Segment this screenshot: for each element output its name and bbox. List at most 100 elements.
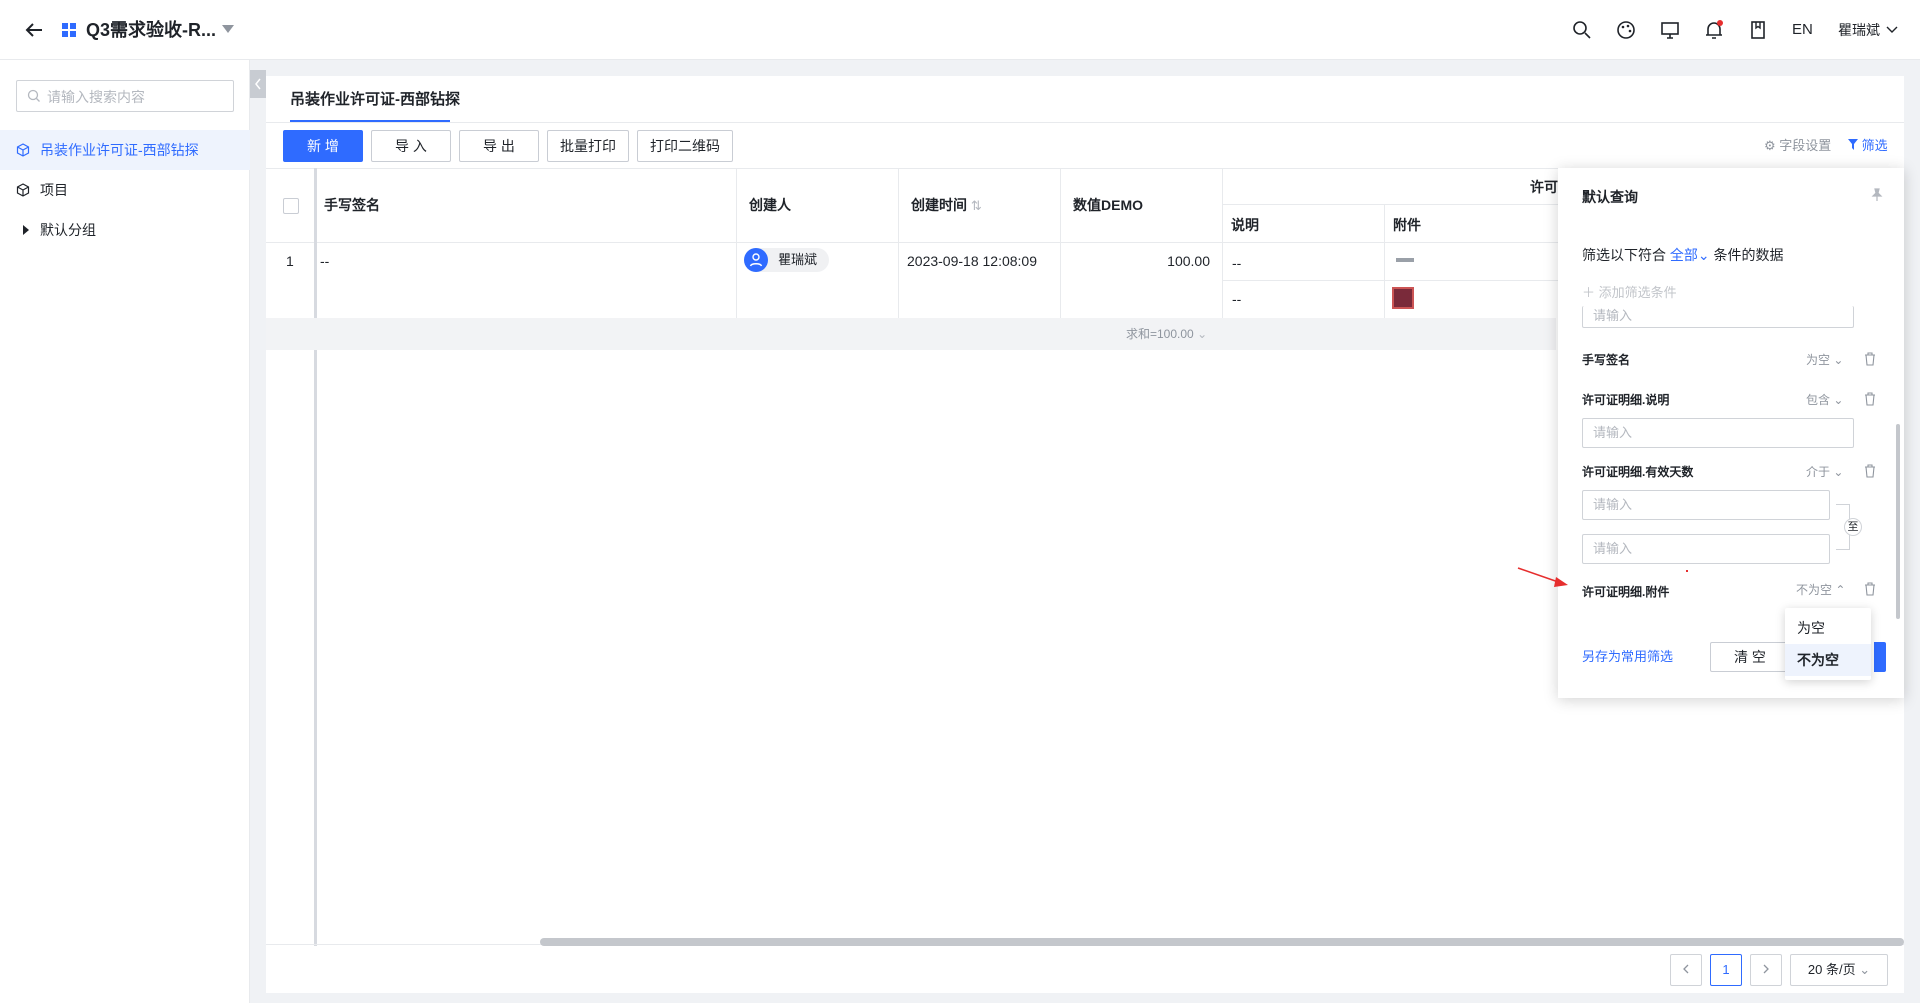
condition-label: 许可证明细.附件 — [1582, 585, 1670, 599]
match-prefix: 筛选以下符合 — [1582, 247, 1666, 263]
sidebar-item-default-group[interactable]: 默认分组 — [0, 210, 250, 250]
page-number[interactable]: 1 — [1710, 954, 1742, 986]
dropdown-option-not-empty[interactable]: 不为空 — [1785, 644, 1871, 676]
search-icon[interactable] — [1570, 18, 1594, 42]
match-rule: 筛选以下符合 全部⌄ 条件的数据 — [1582, 246, 1784, 264]
range-start-input[interactable]: 请输入 — [1582, 490, 1830, 520]
condition-operator-select[interactable]: 介于 ⌄ — [1806, 464, 1843, 480]
cell-signature[interactable]: -- — [320, 252, 329, 270]
input-placeholder: 请输入 — [1593, 308, 1633, 323]
filter-link[interactable]: 筛选 — [1848, 137, 1888, 155]
creator-name: 瞿瑞斌 — [778, 252, 818, 267]
condition-input-partial[interactable]: 请输入 — [1582, 306, 1854, 328]
col-header-signature[interactable]: 手写签名 — [324, 196, 380, 214]
app-switch-caret-icon[interactable] — [222, 24, 234, 34]
condition-operator-select[interactable]: 不为空 ⌃ — [1796, 582, 1845, 598]
match-mode-label: 全部 — [1669, 247, 1698, 263]
match-mode-select[interactable]: 全部⌄ — [1670, 247, 1710, 263]
cell-demo[interactable]: 100.00 — [1060, 252, 1210, 270]
col-header-creator[interactable]: 创建人 — [749, 196, 791, 214]
attachment-thumbnail[interactable] — [1392, 287, 1414, 309]
col-header-demo[interactable]: 数值DEMO — [1073, 196, 1143, 214]
back-arrow-icon[interactable] — [22, 18, 46, 42]
bell-icon[interactable] — [1702, 18, 1726, 42]
chevron-down-icon: ⌄ — [1859, 962, 1871, 977]
chevron-right-icon — [1763, 964, 1769, 974]
trash-icon[interactable] — [1864, 352, 1876, 366]
frozen-column-shadow — [314, 168, 317, 946]
app-grid-icon — [62, 23, 76, 37]
batch-print-button[interactable]: 批量打印 — [547, 130, 629, 162]
confirm-button[interactable] — [1874, 642, 1886, 672]
col-header-label: 创建时间 — [911, 197, 967, 213]
user-menu[interactable]: 瞿瑞斌 — [1838, 20, 1898, 40]
cell-desc[interactable]: -- — [1232, 290, 1241, 308]
plus-icon: ＋ — [1582, 285, 1596, 300]
col-divider — [736, 168, 737, 318]
tab-permit[interactable]: 吊装作业许可证-西部钻探 — [290, 90, 460, 110]
col-divider — [898, 168, 899, 318]
search-icon — [27, 89, 40, 102]
top-bar: Q3需求验收-R... EN 瞿瑞斌 — [0, 0, 1920, 60]
monitor-icon[interactable] — [1658, 18, 1682, 42]
sort-icon[interactable]: ⇅ — [971, 198, 982, 213]
caret-right-icon — [23, 225, 29, 235]
print-qr-button[interactable]: 打印二维码 — [637, 130, 733, 162]
trash-icon[interactable] — [1864, 464, 1876, 478]
add-button[interactable]: 新 增 — [283, 130, 363, 162]
sidebar-item-permit[interactable]: 吊装作业许可证-西部钻探 — [0, 130, 250, 170]
operator-label: 为空 — [1806, 353, 1831, 367]
col-header-attachment[interactable]: 附件 — [1393, 216, 1421, 234]
range-separator: 至 — [1844, 518, 1862, 536]
cell-created-time[interactable]: 2023-09-18 12:08:09 — [907, 252, 1037, 270]
operator-label: 介于 — [1806, 465, 1831, 479]
cell-desc[interactable]: -- — [1232, 254, 1241, 272]
export-button[interactable]: 导 出 — [459, 130, 539, 162]
trash-icon[interactable] — [1864, 392, 1876, 406]
cube-icon — [16, 143, 30, 157]
condition-operator-select[interactable]: 包含 ⌄ — [1806, 392, 1843, 408]
clear-button[interactable]: 清 空 — [1710, 642, 1790, 672]
sum-dropdown[interactable]: 求和=100.00 ⌄ — [1126, 326, 1207, 342]
app-title[interactable]: Q3需求验收-R... — [86, 18, 216, 42]
input-placeholder: 请输入 — [1593, 541, 1633, 556]
condition-operator-select[interactable]: 为空 ⌄ — [1806, 352, 1843, 368]
col-header-desc[interactable]: 说明 — [1231, 216, 1259, 234]
select-all-checkbox[interactable] — [283, 198, 299, 214]
filter-panel-scrollbar[interactable] — [1896, 424, 1900, 619]
chevron-left-icon — [1683, 964, 1689, 974]
summary-row — [266, 318, 1556, 350]
dropdown-option-empty[interactable]: 为空 — [1785, 612, 1871, 644]
chevron-up-icon: ⌃ — [1835, 583, 1846, 597]
chevron-down-icon: ⌄ — [1697, 247, 1710, 263]
col-header-created-time[interactable]: 创建时间 ⇅ — [911, 196, 982, 215]
field-settings-link[interactable]: ⚙ 字段设置 — [1764, 137, 1831, 155]
sum-value: 求和=100.00 — [1126, 327, 1194, 341]
attachment-thumbnail[interactable] — [1396, 258, 1414, 262]
trash-icon[interactable] — [1864, 582, 1876, 596]
chevron-down-icon: ⌄ — [1833, 353, 1844, 367]
save-as-common-filter-link[interactable]: 另存为常用筛选 — [1582, 648, 1673, 666]
condition-value-input[interactable]: 请输入 — [1582, 418, 1854, 448]
add-condition-button[interactable]: ＋ 添加筛选条件 — [1582, 284, 1677, 302]
chevron-left-icon — [255, 78, 261, 90]
import-button[interactable]: 导 入 — [371, 130, 451, 162]
language-switch[interactable]: EN — [1792, 20, 1813, 40]
sidebar: 请输入搜索内容 吊装作业许可证-西部钻探 项目 默认分组 — [0, 60, 250, 1003]
pin-icon[interactable] — [1870, 188, 1884, 202]
col-divider — [1060, 168, 1061, 318]
chevron-down-icon: ⌄ — [1833, 465, 1844, 479]
creator-tag[interactable]: 瞿瑞斌 — [744, 248, 830, 272]
search-placeholder: 请输入搜索内容 — [47, 89, 145, 105]
page-size-select[interactable]: 20 条/页 ⌄ — [1790, 954, 1888, 986]
annotation-arrow-icon — [1517, 567, 1568, 587]
range-end-input[interactable]: 请输入 — [1582, 534, 1830, 564]
next-page-button[interactable] — [1750, 954, 1782, 986]
book-icon[interactable] — [1746, 18, 1770, 42]
horizontal-scrollbar[interactable] — [540, 938, 1904, 946]
palette-icon[interactable] — [1614, 18, 1638, 42]
prev-page-button[interactable] — [1670, 954, 1702, 986]
sidebar-search-input[interactable]: 请输入搜索内容 — [16, 80, 234, 112]
sidebar-item-project[interactable]: 项目 — [0, 170, 250, 210]
sidebar-collapse-toggle[interactable] — [250, 70, 266, 98]
